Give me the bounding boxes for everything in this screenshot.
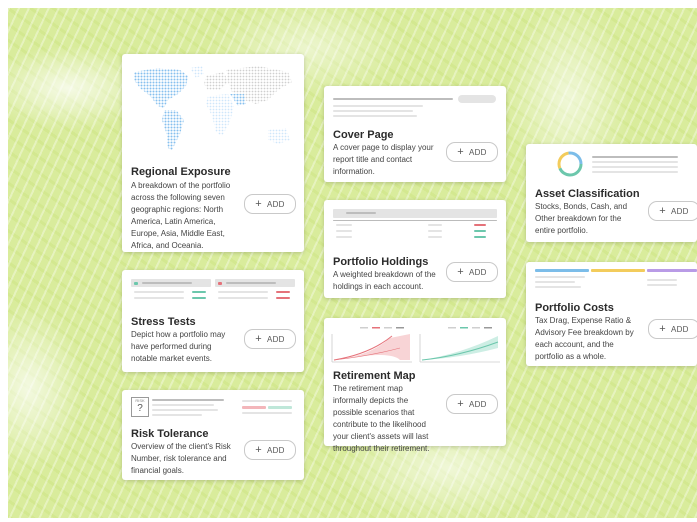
risk-number-badge: RISK ?: [131, 397, 149, 417]
risk-tolerance-add-button[interactable]: + ADD: [244, 440, 296, 460]
retirement-map-description: The retirement map informally depicts th…: [333, 384, 430, 453]
risk-tolerance-description: Overview of the client's Risk Number, ri…: [131, 442, 231, 475]
stress-tests-title: Stress Tests: [131, 316, 196, 328]
world-map-thumbnail: [134, 66, 292, 150]
plus-icon: +: [255, 444, 262, 456]
portfolio-holdings-card[interactable]: Portfolio Holdings A weighted breakdown …: [324, 200, 506, 298]
regional-exposure-description: A breakdown of the portfolio across the …: [131, 181, 231, 250]
stress-tests-add-button[interactable]: + ADD: [244, 329, 296, 349]
retirement-map-add-button[interactable]: + ADD: [446, 394, 498, 414]
portfolio-costs-title: Portfolio Costs: [535, 302, 614, 314]
portfolio-holdings-title: Portfolio Holdings: [333, 256, 429, 268]
stress-tests-card[interactable]: Stress Tests Depict how a portfolio may …: [122, 270, 304, 372]
plus-icon: +: [457, 398, 464, 410]
regional-exposure-add-button[interactable]: + ADD: [244, 194, 296, 214]
regional-exposure-card[interactable]: Regional Exposure A breakdown of the por…: [122, 54, 304, 252]
asset-classification-title: Asset Classification: [535, 188, 640, 200]
portfolio-holdings-description: A weighted breakdown of the holdings in …: [333, 270, 436, 291]
portfolio-costs-card[interactable]: Portfolio Costs Tax Drag, Expense Ratio …: [526, 262, 697, 366]
risk-tolerance-card[interactable]: RISK ? Risk Tolerance Overview of the cl…: [122, 390, 304, 480]
regional-exposure-title: Regional Exposure: [131, 166, 231, 178]
plus-icon: +: [457, 266, 464, 278]
plus-icon: +: [659, 205, 666, 217]
portfolio-costs-add-button[interactable]: + ADD: [648, 319, 697, 339]
cover-page-add-button[interactable]: + ADD: [446, 142, 498, 162]
portfolio-costs-description: Tax Drag, Expense Ratio & Advisory Fee b…: [535, 316, 634, 361]
cover-page-card[interactable]: Cover Page A cover page to display your …: [324, 86, 506, 182]
retirement-map-card[interactable]: Retirement Map The retirement map inform…: [324, 318, 506, 453]
asset-classification-description: Stocks, Bonds, Cash, and Other breakdown…: [535, 202, 628, 235]
portfolio-holdings-add-button[interactable]: + ADD: [446, 262, 498, 282]
plus-icon: +: [457, 146, 464, 158]
plus-icon: +: [255, 333, 262, 345]
donut-chart-thumbnail: [557, 151, 583, 177]
retirement-map-title: Retirement Map: [333, 370, 416, 382]
plus-icon: +: [659, 323, 666, 335]
cover-page-description: A cover page to display your report titl…: [333, 143, 434, 176]
stress-tests-description: Depict how a portfolio may have performe…: [131, 330, 226, 363]
asset-classification-card[interactable]: Asset Classification Stocks, Bonds, Cash…: [526, 144, 697, 242]
plus-icon: +: [255, 198, 262, 210]
cover-page-title: Cover Page: [333, 129, 394, 141]
asset-classification-add-button[interactable]: + ADD: [648, 201, 697, 221]
risk-tolerance-title: Risk Tolerance: [131, 428, 209, 440]
retirement-charts-thumbnail: [331, 327, 500, 363]
